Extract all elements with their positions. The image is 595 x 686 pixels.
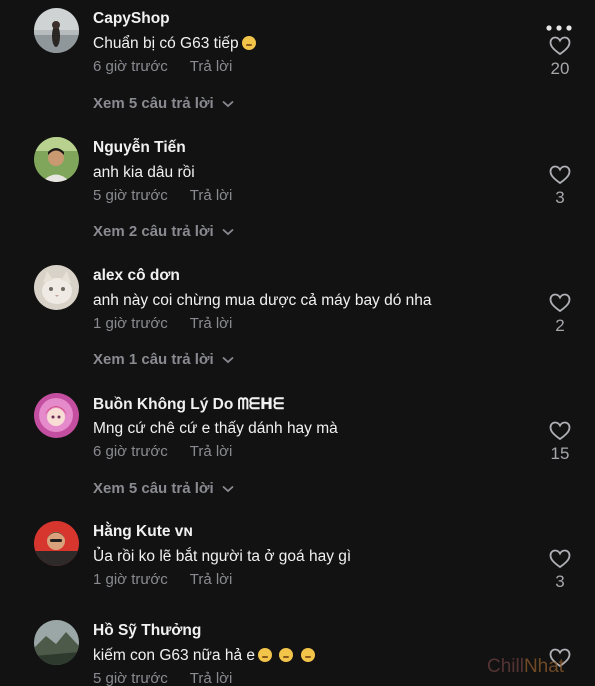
comment-time: 1 giờ trước (93, 315, 168, 332)
avatar-landscape-icon (34, 620, 79, 665)
avatar[interactable] (34, 137, 79, 182)
view-replies-label: Xem 2 câu trả lời (93, 223, 214, 240)
comment-author[interactable]: alex cô dơn (93, 267, 180, 285)
like-button[interactable]: 3 (540, 549, 580, 592)
view-replies-label: Xem 5 câu trả lời (93, 480, 214, 497)
more-horizontal-icon[interactable] (544, 22, 574, 34)
avatar[interactable] (34, 620, 79, 665)
comment-author[interactable]: Buồn Không Lý Do ᗰᗴᕼᗴ (93, 395, 284, 414)
comment-time: 5 giờ trước (93, 670, 168, 686)
reply-button[interactable]: Trả lời (190, 670, 233, 686)
reply-button[interactable]: Trả lời (190, 315, 233, 332)
comment-text: Ủa rồi ko lẽ bắt người ta ở goá hay gì (93, 548, 352, 565)
comment-time: 6 giờ trước (93, 443, 168, 460)
comment-author[interactable]: Nguyễn Tiến (93, 139, 186, 157)
watermark-part1: Chill (487, 656, 524, 677)
reply-button[interactable]: Trả lời (190, 571, 233, 588)
watermark-part2: Nhat (523, 656, 565, 677)
like-count: 3 (555, 572, 565, 591)
chevron-down-icon (222, 356, 234, 363)
view-replies-label: Xem 5 câu trả lời (93, 95, 214, 112)
view-replies-button[interactable]: Xem 1 câu trả lời (93, 351, 234, 368)
emoji-icon (300, 648, 315, 662)
grinning-emoji-icon (241, 36, 256, 50)
avatar[interactable] (34, 393, 79, 438)
heart-outline-icon (549, 293, 571, 313)
avatar-man-outdoors-icon (34, 137, 79, 182)
avatar-cat-icon (34, 265, 79, 310)
chevron-down-icon (222, 485, 234, 492)
comment-author[interactable]: Hồ Sỹ Thưởng (93, 622, 201, 640)
heart-outline-icon (549, 549, 571, 569)
like-button[interactable]: 2 (540, 293, 580, 336)
like-button[interactable]: 3 (540, 165, 580, 208)
comment-text-content: Chuẩn bị có G63 tiếp (93, 35, 239, 52)
comment-text: anh này coi chừng mua dược cả máy bay dó… (93, 292, 432, 309)
comment-text: kiếm con G63 nữa hả e (93, 647, 315, 665)
heart-outline-icon (549, 165, 571, 185)
avatar[interactable] (34, 265, 79, 310)
comment-text: Mng cứ chê cứ e thấy dánh hay mà (93, 420, 338, 437)
comment-meta: 1 giờ trước Trả lời (93, 571, 232, 588)
comment-time: 1 giờ trước (93, 571, 168, 588)
comment-meta: 5 giờ trước Trả lời (93, 670, 232, 686)
reply-button[interactable]: Trả lời (190, 443, 233, 460)
avatar-anime-girl-icon (34, 393, 79, 438)
comment-meta: 6 giờ trước Trả lời (93, 58, 232, 75)
comment-author[interactable]: Hằng Kute ᴠɴ (93, 523, 193, 541)
comment-meta: 1 giờ trước Trả lời (93, 315, 232, 332)
view-replies-button[interactable]: Xem 5 câu trả lời (93, 480, 234, 497)
avatar[interactable] (34, 8, 79, 53)
emoji-icon (258, 648, 273, 662)
chevron-down-icon (222, 228, 234, 235)
chevron-down-icon (222, 100, 234, 107)
view-replies-label: Xem 1 câu trả lời (93, 351, 214, 368)
comment-text-content: kiếm con G63 nữa hả e (93, 647, 256, 664)
view-replies-button[interactable]: Xem 5 câu trả lời (93, 95, 234, 112)
comment-time: 5 giờ trước (93, 187, 168, 204)
like-button[interactable]: 15 (540, 421, 580, 464)
like-button[interactable]: 20 (540, 36, 580, 79)
watermark: ChillNhat (487, 656, 564, 678)
view-replies-button[interactable]: Xem 2 câu trả lời (93, 223, 234, 240)
avatar-man-red-icon (34, 521, 79, 566)
like-count: 3 (555, 188, 565, 207)
reply-button[interactable]: Trả lời (190, 58, 233, 75)
heart-outline-icon (549, 36, 571, 56)
avatar-woman-at-sea-icon (34, 8, 79, 53)
comment-meta: 5 giờ trước Trả lời (93, 187, 232, 204)
comment-time: 6 giờ trước (93, 58, 168, 75)
like-count: 15 (550, 444, 570, 463)
comment-text: anh kia dâu rồi (93, 164, 195, 181)
comments-panel: CapyShop Chuẩn bị có G63 tiếp 6 giờ trướ… (0, 0, 595, 686)
avatar[interactable] (34, 521, 79, 566)
reply-button[interactable]: Trả lời (190, 187, 233, 204)
like-count: 20 (550, 59, 570, 78)
comment-text: Chuẩn bị có G63 tiếp (93, 35, 256, 53)
heart-outline-icon (549, 421, 571, 441)
like-count: 2 (555, 316, 565, 335)
comment-author[interactable]: CapyShop (93, 10, 170, 28)
emoji-icon (279, 648, 294, 662)
comment-meta: 6 giờ trước Trả lời (93, 443, 232, 460)
